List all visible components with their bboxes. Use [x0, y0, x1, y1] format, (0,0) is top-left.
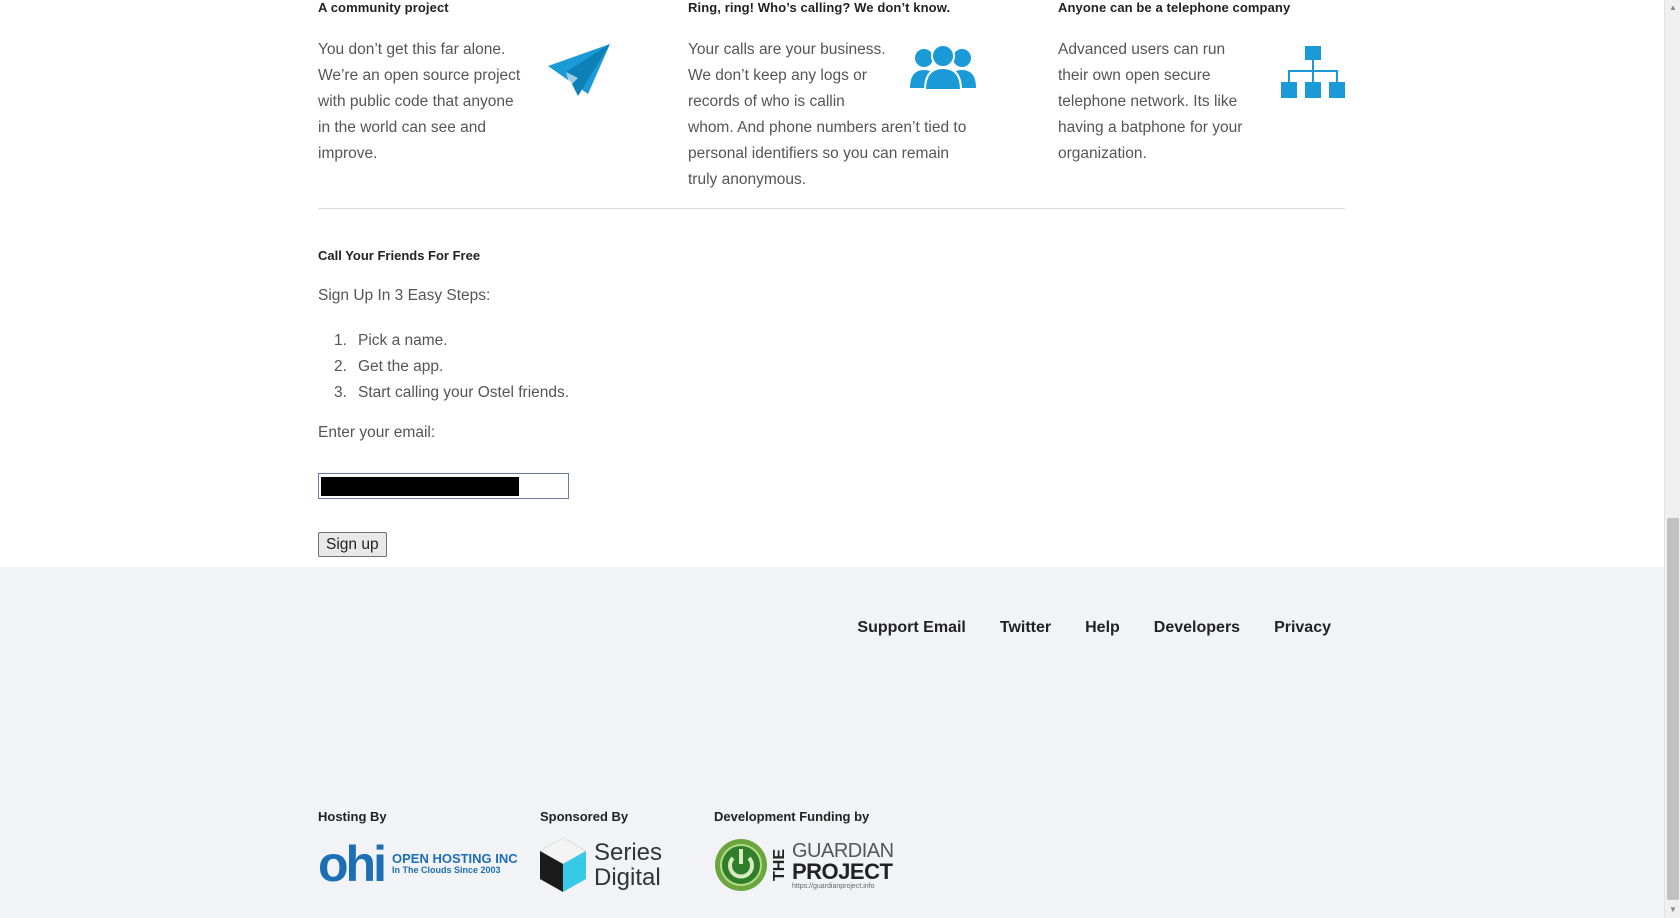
feature-privacy: Ring, ring! Who’s calling? We don’t know… — [688, 0, 988, 193]
scroll-thumb[interactable] — [1667, 518, 1679, 900]
feature-text-line: truly anonymous. — [688, 171, 807, 188]
guardian-project-logo[interactable]: THE GUARDIAN PROJECT https://guardianpro… — [714, 838, 894, 892]
steps-list: 1. Pick a name. 2. Get the app. 3. Start ca… — [334, 328, 569, 406]
signup-title: Call Your Friends For Free — [318, 248, 481, 263]
paper-plane-icon — [548, 44, 610, 96]
series-digital-line1: Series — [594, 838, 663, 866]
feature-title: Ring, ring! Who’s calling? We don’t know… — [688, 0, 951, 15]
feature-text-line: Your calls are your business. — [688, 41, 886, 58]
guardian-line1: GUARDIAN — [792, 839, 894, 862]
feature-text: You don’t get this far alone. We’re an o… — [318, 41, 521, 162]
email-label: Enter your email: — [318, 424, 436, 441]
list-item: 2. Get the app. — [334, 358, 444, 375]
feature-community: A community project You don’t get this f… — [318, 0, 538, 167]
feature-text: Advanced users can run their own open se… — [1058, 41, 1243, 162]
feature-text-line: personal identifiers so you can remain — [688, 145, 950, 162]
page: A community project You don’t get this f… — [0, 0, 1664, 918]
list-item: 3. Start calling your Ostel friends. — [334, 384, 570, 401]
sponsor-section: Sponsored By Series Digital — [540, 809, 662, 892]
funding-section: Development Funding by THE GUARDIAN PROJ… — [714, 809, 894, 892]
vertical-scrollbar[interactable]: ▲ ▼ — [1664, 0, 1680, 918]
feature-telephone-company: Anyone can be a telephone company Advanc… — [1058, 0, 1298, 167]
section-divider — [318, 208, 1345, 209]
redacted-email — [321, 477, 519, 496]
footer-link-help[interactable]: Help — [1085, 619, 1120, 637]
ohi-tagline: In The Clouds Since 2003 — [391, 865, 501, 876]
footer-nav: Support Email Twitter Help Developers Pr… — [857, 619, 1331, 637]
series-digital-logo[interactable]: Series Digital — [540, 838, 662, 892]
scroll-down-arrow-icon[interactable]: ▼ — [1665, 902, 1680, 918]
footer: Support Email Twitter Help Developers Pr… — [0, 567, 1664, 918]
feature-text-line: records of who is callin — [688, 93, 845, 110]
feature-title: A community project — [318, 0, 449, 15]
sponsor-label: Sponsored By — [540, 809, 629, 824]
footer-link-privacy[interactable]: Privacy — [1274, 619, 1331, 637]
feature-text-line: We don’t keep any logs or — [688, 67, 867, 84]
steps-intro: Sign Up In 3 Easy Steps: — [318, 287, 491, 304]
signup-button[interactable]: Sign up — [318, 532, 387, 557]
cube-icon — [540, 838, 586, 892]
guardian-the: THE — [771, 849, 788, 881]
scroll-up-arrow-icon[interactable]: ▲ — [1665, 0, 1680, 16]
open-hosting-logo[interactable]: ohi OPEN HOSTING INC In The Clouds Since… — [318, 838, 518, 890]
series-digital-line2: Digital — [594, 864, 661, 891]
email-field[interactable] — [318, 473, 569, 499]
footer-link-support-email[interactable]: Support Email — [857, 619, 965, 637]
users-icon — [910, 44, 976, 90]
guardian-url: https://guardianproject.info — [792, 882, 875, 890]
feature-text-line: whom. And phone numbers aren’t tied to — [688, 119, 967, 136]
list-item: 1. Pick a name. — [334, 332, 448, 349]
funding-label: Development Funding by — [714, 809, 870, 824]
footer-link-developers[interactable]: Developers — [1154, 619, 1240, 637]
ohi-name: OPEN HOSTING INC — [391, 850, 518, 866]
feature-title: Anyone can be a telephone company — [1058, 0, 1291, 15]
ohi-mark: ohi — [318, 836, 387, 892]
footer-link-twitter[interactable]: Twitter — [1000, 619, 1051, 637]
hosting-section: Hosting By ohi OPEN HOSTING INC In The C… — [318, 809, 518, 890]
network-icon — [1281, 46, 1345, 98]
hosting-label: Hosting By — [318, 809, 387, 824]
guardian-line2: PROJECT — [792, 858, 893, 884]
power-icon — [715, 839, 767, 891]
